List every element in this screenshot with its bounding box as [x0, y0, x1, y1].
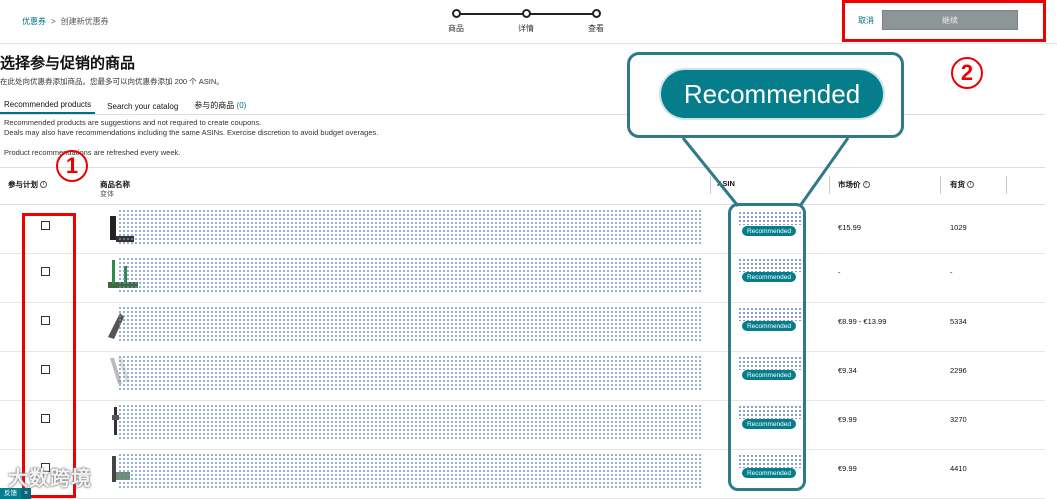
step-label-products: 商品 [448, 24, 464, 33]
header-product: 商品名称 变体 [100, 179, 130, 198]
close-icon[interactable]: × [21, 488, 32, 499]
info-icon[interactable]: i [862, 181, 870, 188]
product-title-redacted [118, 355, 702, 391]
info-icon[interactable]: i [40, 181, 47, 188]
annotation-number-2: 2 [951, 57, 983, 89]
tab-participating-products[interactable]: 参与的商品 (0) [190, 100, 250, 114]
row-price: €15.99 [838, 223, 861, 232]
table-row: Recommended €8.99 - €13.99 5334 [0, 303, 1045, 352]
product-title-redacted [118, 257, 702, 293]
annotation-box-header-actions [842, 0, 1046, 42]
table-row: Recommended €9.34 2296 [0, 352, 1045, 401]
table-row: Recommended €9.99 4410 [0, 450, 1045, 499]
table-row: Recommended €15.99 1029 [0, 205, 1045, 254]
feedback-widget[interactable]: 反馈 × [0, 488, 32, 499]
annotation-frame-asin-column [728, 203, 806, 491]
tab-participating-count: (0) [236, 101, 247, 110]
row-stock: 4410 [950, 464, 967, 473]
product-title-redacted [118, 209, 702, 245]
row-stock: 5334 [950, 317, 967, 326]
header-stock-label: 有货 [950, 180, 965, 189]
row-stock: - [950, 268, 953, 277]
header-asin: ASIN [717, 179, 735, 188]
column-divider [829, 176, 830, 194]
header-price-label: 市场价 [838, 180, 861, 189]
product-title-redacted [118, 453, 702, 489]
header-price[interactable]: 市场价 i [838, 179, 870, 190]
tab-recommended-products[interactable]: Recommended products [0, 100, 96, 114]
note-line-2: Deals may also have recommendations incl… [4, 128, 379, 137]
annotation-number-1: 1 [56, 150, 88, 182]
tab-participating-label: 参与的商品 [194, 101, 235, 110]
breadcrumb: 优惠券 > 创建新优惠券 [22, 16, 109, 27]
page-title: 选择参与促销的商品 [0, 55, 136, 72]
row-price: €9.99 [838, 464, 857, 473]
note-line-1: Recommended products are suggestions and… [4, 118, 262, 127]
column-divider [1006, 176, 1007, 194]
column-divider [940, 176, 941, 194]
progress-stepper: 商品 详情 查看 [448, 9, 604, 35]
recommendation-notes: Recommended products are suggestions and… [4, 118, 378, 158]
product-title-redacted [118, 404, 702, 440]
table-row: Recommended €9.99 3270 [0, 401, 1045, 450]
info-icon[interactable]: i [967, 181, 974, 188]
recommended-badge-zoomed: Recommended [661, 70, 883, 118]
row-stock: 3270 [950, 415, 967, 424]
breadcrumb-current: 创建新优惠券 [60, 17, 109, 26]
table-row: Recommended - - [0, 254, 1045, 303]
tab-search-catalog[interactable]: Search your catalog [103, 102, 182, 114]
chevron-right-icon: > [51, 17, 56, 26]
step-dot-review [592, 9, 601, 18]
breadcrumb-coupons-link[interactable]: 优惠券 [22, 16, 46, 27]
row-stock: 2296 [950, 366, 967, 375]
page-subtitle: 在此处向优惠券添加商品。您最多可以向优惠券添加 200 个 ASIN。 [0, 77, 224, 86]
row-price: - [838, 268, 841, 277]
table-header: 参与计划 i 商品名称 变体 ASIN 市场价 i 有货 i [0, 167, 1045, 205]
tab-bar: Recommended products Search your catalog… [0, 98, 250, 114]
header-participate[interactable]: 参与计划 i [8, 179, 47, 190]
watermark-logo: 大数跨境 [8, 468, 92, 490]
step-label-details: 详情 [518, 24, 534, 33]
product-title-redacted [118, 306, 702, 342]
feedback-button[interactable]: 反馈 [0, 488, 21, 499]
annotation-box-checkbox-column [22, 213, 76, 498]
row-price: €8.99 - €13.99 [838, 317, 887, 326]
column-divider [710, 176, 711, 194]
row-price: €9.99 [838, 415, 857, 424]
recommended-callout: Recommended [627, 52, 904, 138]
step-dot-products [452, 9, 461, 18]
step-label-review: 查看 [588, 24, 604, 33]
row-stock: 1029 [950, 223, 967, 232]
header-variant-label: 变体 [100, 191, 114, 198]
row-price: €9.34 [838, 366, 857, 375]
header-stock[interactable]: 有货 i [950, 179, 974, 190]
header-participate-label: 参与计划 [8, 180, 38, 189]
step-dot-details [522, 9, 531, 18]
